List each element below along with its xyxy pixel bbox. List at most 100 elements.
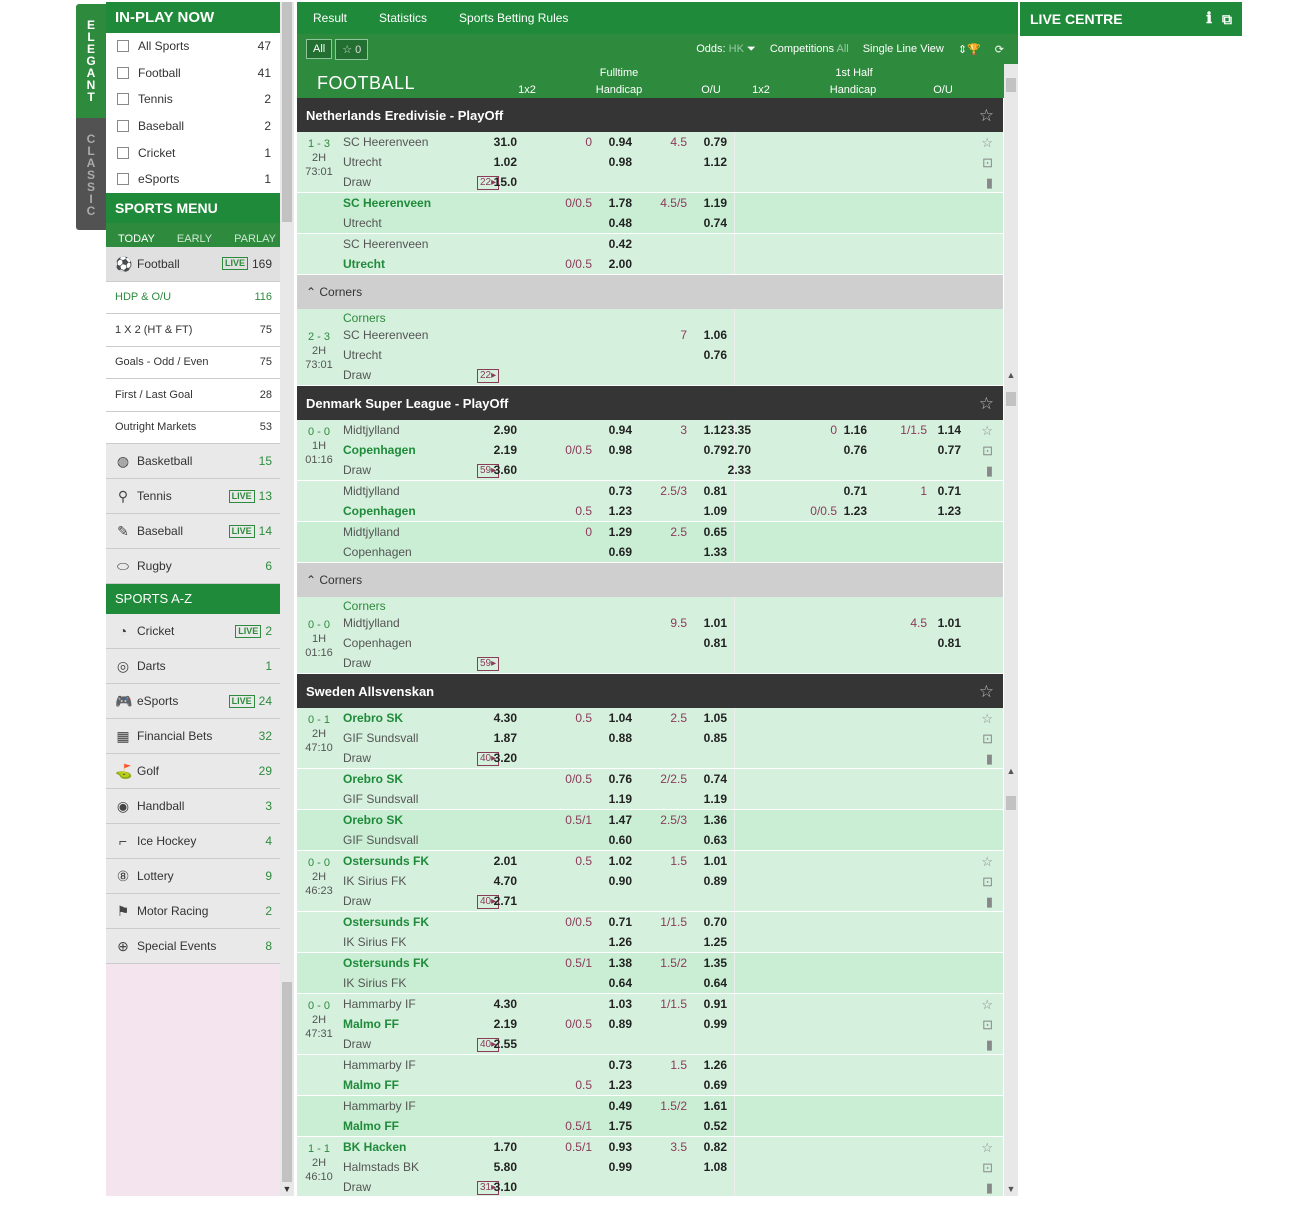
handicap-odds[interactable]: 1.47 <box>592 813 632 827</box>
ou-odds[interactable]: 0.89 <box>687 874 727 888</box>
tab-early[interactable]: EARLY <box>177 233 212 245</box>
ou-odds[interactable]: 0.76 <box>687 348 727 362</box>
handicap-odds[interactable]: 0.69 <box>592 545 632 559</box>
sidebar-item-tennis[interactable]: ⚲ Tennis LIVE 13 <box>106 479 280 515</box>
ou-odds[interactable]: 1.08 <box>687 1160 727 1174</box>
handicap-odds[interactable]: 0.89 <box>592 1017 632 1031</box>
star-icon[interactable]: ☆ <box>981 135 993 151</box>
popout-icon[interactable]: ⧉ <box>1222 2 1232 36</box>
sidebar-item-golf[interactable]: ⛳ Golf 29 <box>106 754 280 790</box>
favorites-button[interactable]: ☆ 0 <box>335 38 369 60</box>
star-icon[interactable]: ☆ <box>979 106 994 126</box>
handicap-odds[interactable]: 0.73 <box>592 484 632 498</box>
ou-odds-half[interactable]: 0.77 <box>921 443 961 457</box>
handicap-odds[interactable]: 1.29 <box>592 525 632 539</box>
checkbox[interactable] <box>117 40 129 53</box>
info-icon[interactable]: ℹ <box>1206 2 1212 36</box>
stats-icon[interactable]: ▮ <box>986 463 993 479</box>
ou-odds[interactable]: 1.25 <box>687 935 727 949</box>
stats-icon[interactable]: ▮ <box>986 1037 993 1053</box>
star-icon[interactable]: ☆ <box>979 394 994 414</box>
ou-odds[interactable]: 0.79 <box>687 135 727 149</box>
ou-odds[interactable]: 0.70 <box>687 915 727 929</box>
competitions-selector[interactable]: Competitions All <box>770 43 849 55</box>
ou-odds[interactable]: 1.61 <box>687 1099 727 1113</box>
classic-tab[interactable]: CLASSIC <box>76 118 106 230</box>
sidebar-item-esports[interactable]: 🎮 eSports LIVE 24 <box>106 684 280 720</box>
checkbox[interactable] <box>117 120 129 133</box>
ou-odds-half[interactable]: 0.81 <box>921 636 961 650</box>
odds-selector[interactable]: Odds: HK ⏷ <box>696 43 756 56</box>
handicap-odds[interactable]: 0.99 <box>592 1160 632 1174</box>
elegant-tab[interactable]: ELEGANT <box>76 4 106 118</box>
scrollbar-thumb[interactable] <box>282 982 292 1182</box>
scroll-down-icon[interactable]: ▼ <box>1004 1184 1018 1194</box>
submenu-item[interactable]: Goals - Odd / Even 75 <box>106 346 280 380</box>
ou-odds-half[interactable]: 1.01 <box>921 616 961 630</box>
handicap-odds[interactable]: 0.94 <box>592 423 632 437</box>
submenu-item[interactable]: 1 X 2 (HT & FT) 75 <box>106 314 280 347</box>
ou-odds-half[interactable]: 0.71 <box>921 484 961 498</box>
star-icon[interactable]: ☆ <box>981 854 993 870</box>
inplay-item[interactable]: eSports 1 <box>106 166 280 193</box>
ou-odds[interactable]: 1.19 <box>687 196 727 210</box>
ou-odds[interactable]: 0.81 <box>687 636 727 650</box>
more-bets-badge[interactable]: 22▸ <box>477 369 500 383</box>
scrollbar-thumb[interactable] <box>1006 796 1016 810</box>
pitch-icon[interactable]: ⊡ <box>982 443 993 459</box>
stats-icon[interactable]: ▮ <box>986 1180 993 1196</box>
odds-1x2[interactable]: 2.19 <box>477 443 517 457</box>
ou-odds-half[interactable]: 1.14 <box>921 423 961 437</box>
sidebar-item-darts[interactable]: ◎ Darts 1 <box>106 649 280 685</box>
handicap-odds[interactable]: 0.93 <box>592 1140 632 1154</box>
odds-1x2[interactable]: 4.30 <box>477 711 517 725</box>
sidebar-item-baseball[interactable]: ✎ Baseball LIVE 14 <box>106 514 280 550</box>
sidebar-item-financial-bets[interactable]: ▦ Financial Bets 32 <box>106 719 280 755</box>
inplay-item[interactable]: Cricket 1 <box>106 139 280 166</box>
main-scrollbar[interactable]: ▲ ▲ ▼ <box>1004 64 1018 1196</box>
more-bets-badge[interactable]: 59▸ <box>477 657 500 671</box>
handicap-odds-half[interactable]: 0.71 <box>827 484 867 498</box>
odds-1x2[interactable]: 2.55 <box>477 1037 517 1051</box>
ou-odds[interactable]: 1.26 <box>687 1058 727 1072</box>
tab-parlay[interactable]: PARLAY <box>234 233 276 245</box>
odds-1x2-half[interactable]: 2.33 <box>711 463 751 477</box>
sidebar-item-basketball[interactable]: ◍ Basketball 15 <box>106 444 280 480</box>
odds-1x2[interactable]: 4.70 <box>477 874 517 888</box>
submenu-item[interactable]: HDP & O/U 116 <box>106 281 280 315</box>
handicap-odds[interactable]: 0.71 <box>592 915 632 929</box>
star-icon[interactable]: ☆ <box>981 997 993 1013</box>
ou-odds[interactable]: 1.33 <box>687 545 727 559</box>
ou-odds[interactable]: 1.06 <box>687 328 727 342</box>
odds-1x2[interactable]: 4.30 <box>477 997 517 1011</box>
odds-1x2[interactable]: 1.02 <box>477 155 517 169</box>
ou-odds[interactable]: 1.01 <box>687 616 727 630</box>
handicap-odds[interactable]: 0.98 <box>592 443 632 457</box>
stats-icon[interactable]: ▮ <box>986 894 993 910</box>
scroll-down-icon[interactable]: ▼ <box>280 1184 294 1194</box>
ou-odds[interactable]: 0.69 <box>687 1078 727 1092</box>
ou-odds[interactable]: 0.64 <box>687 976 727 990</box>
star-icon[interactable]: ☆ <box>979 682 994 702</box>
handicap-odds-half[interactable]: 0.76 <box>827 443 867 457</box>
ou-odds[interactable]: 1.36 <box>687 813 727 827</box>
sidebar-scrollbar[interactable]: ▼ <box>280 2 294 1196</box>
scrollbar-thumb[interactable] <box>1006 392 1016 406</box>
ou-odds[interactable]: 0.65 <box>687 525 727 539</box>
odds-1x2[interactable]: 1.70 <box>477 1140 517 1154</box>
handicap-odds[interactable]: 1.19 <box>592 792 632 806</box>
odds-1x2[interactable]: 31.0 <box>477 135 517 149</box>
sidebar-item-motor-racing[interactable]: ⚑ Motor Racing 2 <box>106 894 280 930</box>
star-icon[interactable]: ☆ <box>981 711 993 727</box>
sidebar-item-special-events[interactable]: ⊕ Special Events 8 <box>106 929 280 965</box>
ou-odds-half[interactable]: 1.23 <box>921 504 961 518</box>
handicap-odds[interactable]: 0.88 <box>592 731 632 745</box>
inplay-item[interactable]: All Sports 47 <box>106 33 280 60</box>
handicap-odds[interactable]: 2.00 <box>592 257 632 271</box>
checkbox[interactable] <box>117 66 129 79</box>
handicap-odds[interactable]: 1.23 <box>592 1078 632 1092</box>
single-line-view-button[interactable]: Single Line View <box>863 43 944 55</box>
league-header[interactable]: Sweden Allsvenskan ☆ <box>297 674 1003 708</box>
ou-odds[interactable]: 0.81 <box>687 484 727 498</box>
submenu-item[interactable]: Outright Markets 53 <box>106 411 280 445</box>
